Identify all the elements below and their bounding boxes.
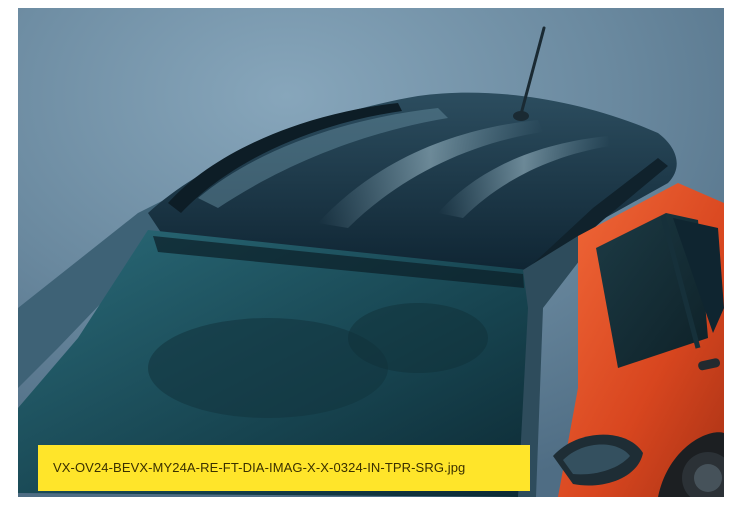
car-photo [18,8,724,497]
image-frame: VX-OV24-BEVX-MY24A-RE-FT-DIA-IMAG-X-X-03… [18,8,724,497]
filename-caption: VX-OV24-BEVX-MY24A-RE-FT-DIA-IMAG-X-X-03… [38,445,530,491]
